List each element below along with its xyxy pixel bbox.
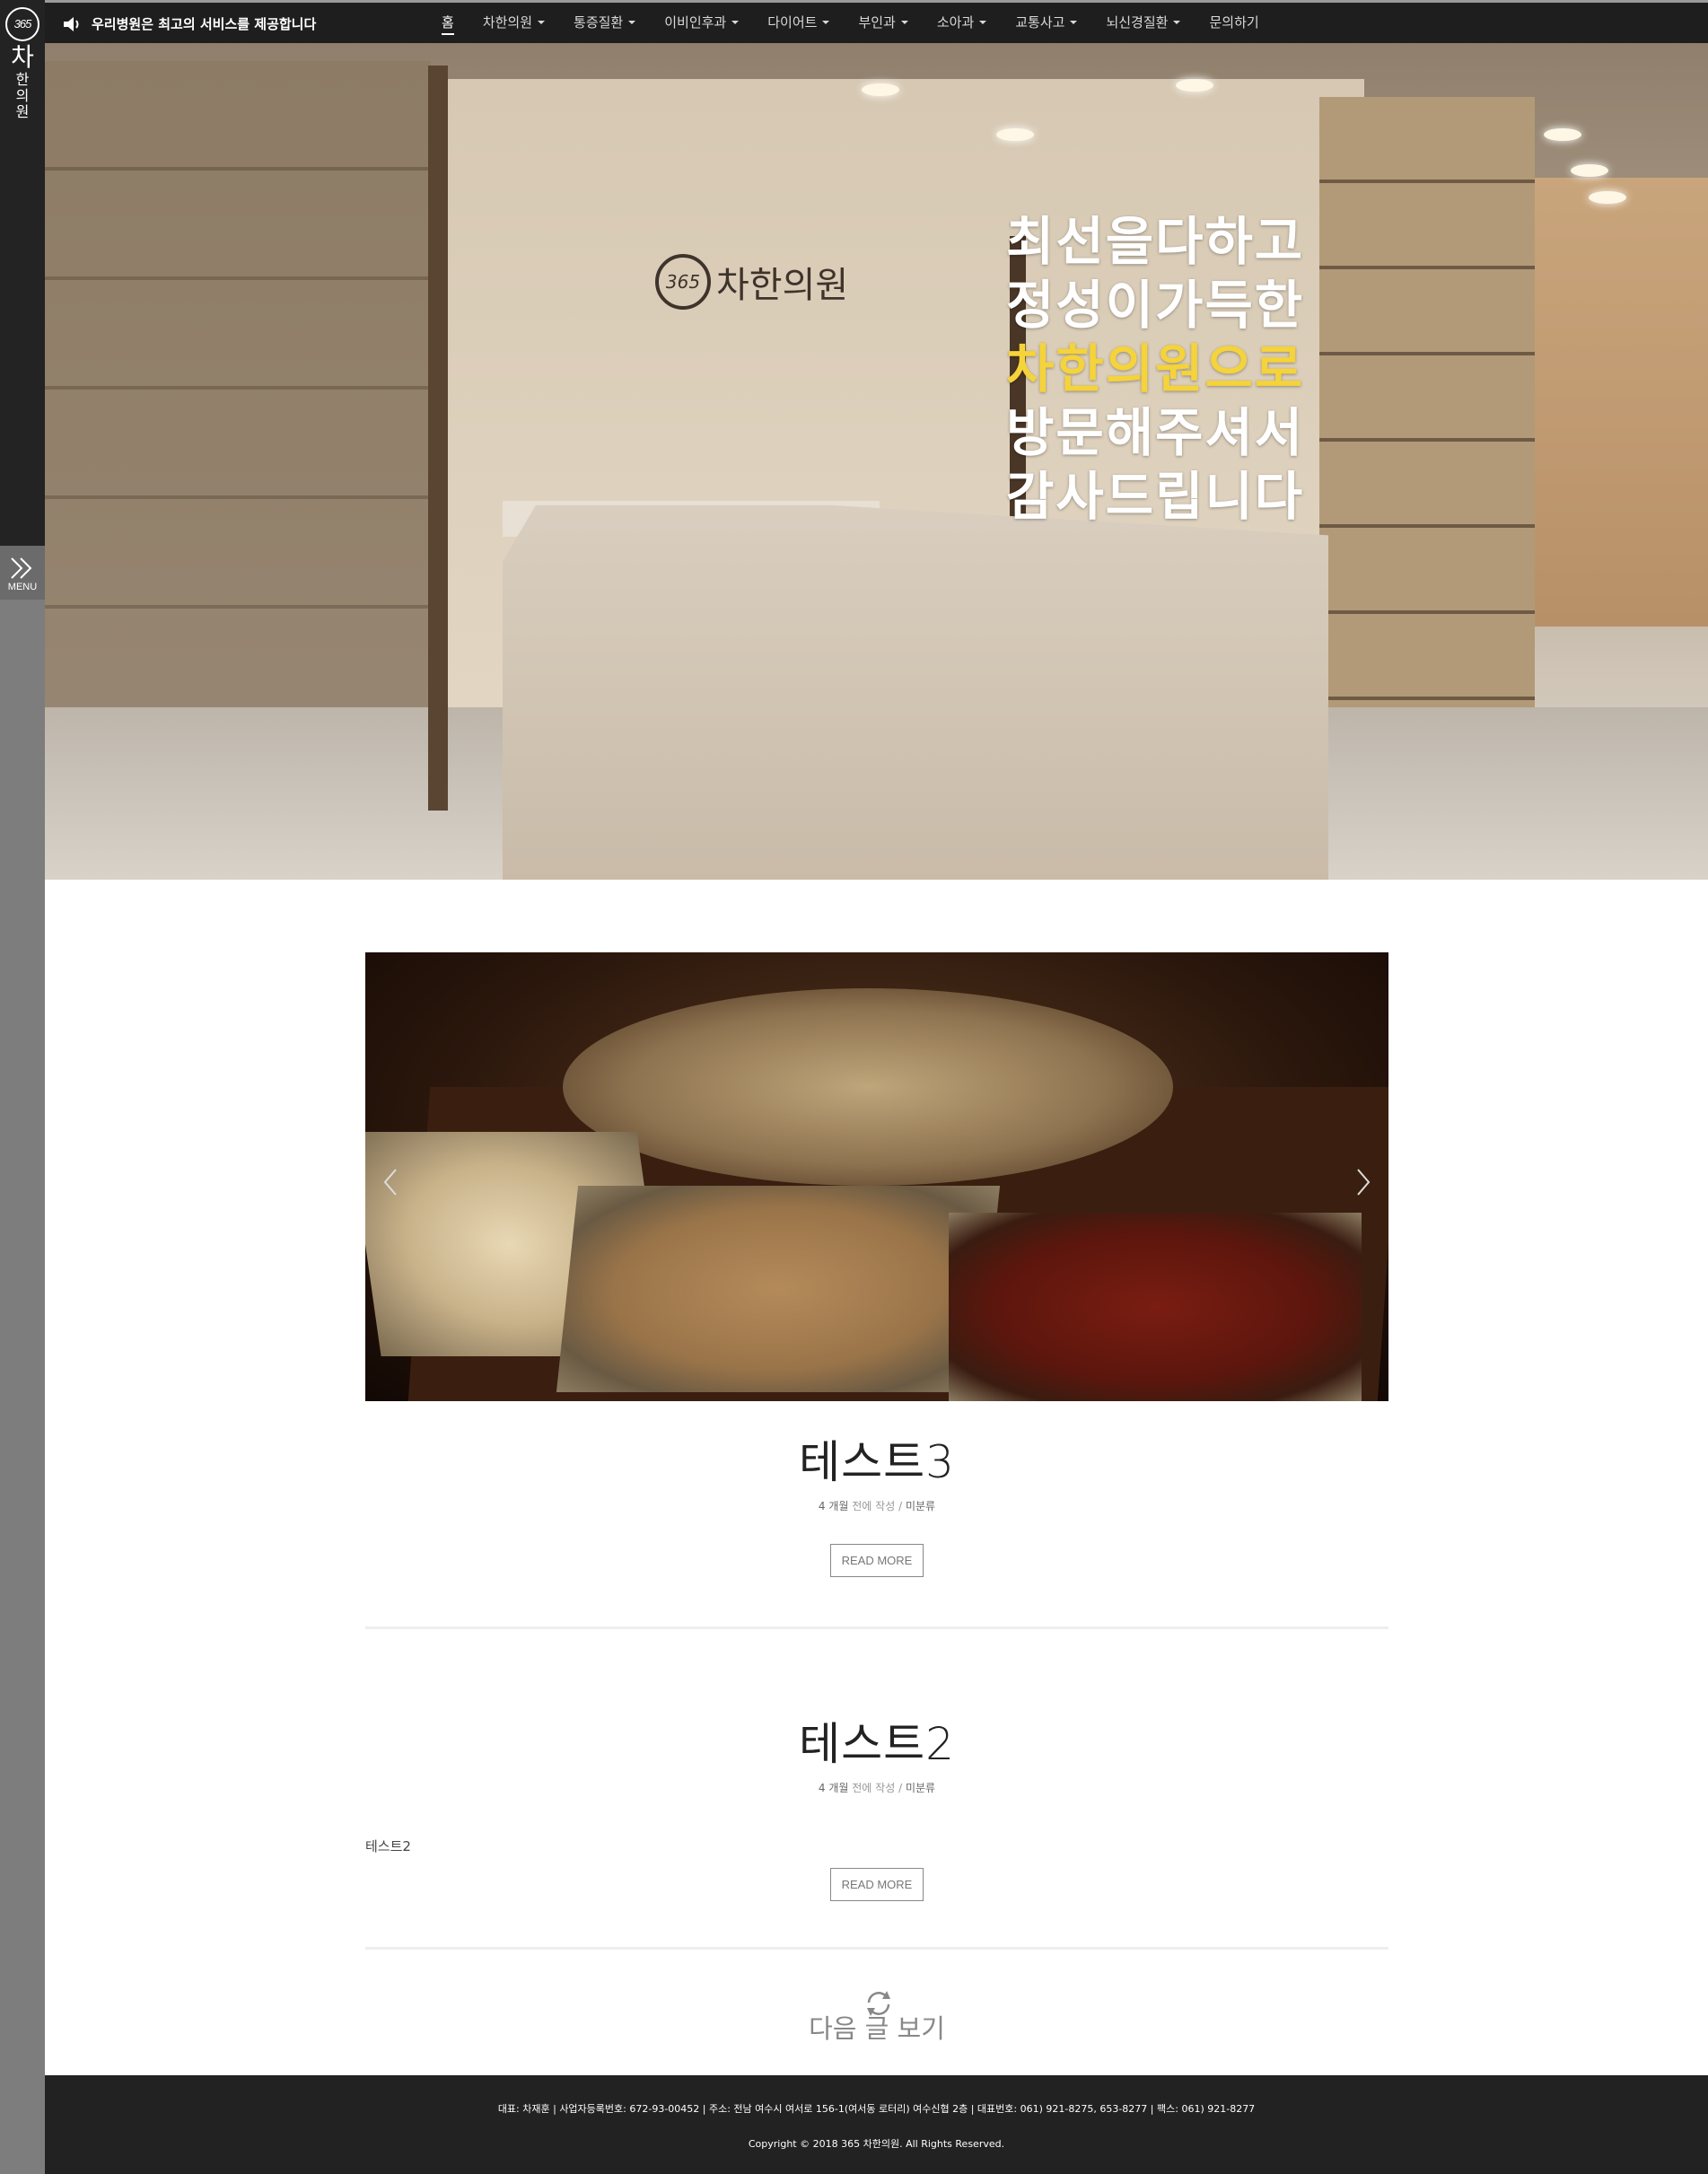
footer-business-info: 대표: 차재훈 | 사업자등록번호: 672-93-00452 | 주소: 전남… bbox=[497, 2103, 1256, 2115]
post-title[interactable]: 테스트3 bbox=[365, 1426, 1388, 1491]
post-excerpt: 테스트2 bbox=[365, 1838, 411, 1854]
nav-item-diet[interactable]: 다이어트 bbox=[753, 3, 844, 43]
logo-char-4: 원 bbox=[15, 103, 30, 120]
sidebar-logo-panel: 365 차 한 의 원 bbox=[0, 0, 45, 546]
speaker-icon bbox=[64, 17, 79, 31]
post-meta-sep: / bbox=[898, 1500, 903, 1512]
post-meta: 4 개월 전에 작성 / 미분류 bbox=[365, 1498, 1388, 1513]
post-item: 테스트3 4 개월 전에 작성 / 미분류 READ MORE bbox=[365, 1426, 1388, 1577]
nav-item-label: 홈 bbox=[442, 14, 454, 35]
chevron-left-icon bbox=[383, 1169, 397, 1196]
post-list: 테스트3 4 개월 전에 작성 / 미분류 READ MORE 테스트2 4 개… bbox=[365, 952, 1388, 2044]
post-category[interactable]: 미분류 bbox=[906, 1782, 935, 1794]
nav-item-label: 교통사고 bbox=[1015, 14, 1065, 31]
sign-365-badge: 365 bbox=[655, 254, 711, 310]
nav-item-label: 소아과 bbox=[936, 14, 975, 31]
nav-item-label: 부인과 bbox=[858, 14, 896, 31]
ceiling-light bbox=[1571, 164, 1608, 177]
post-category[interactable]: 미분류 bbox=[906, 1500, 935, 1512]
nav-item-neurology[interactable]: 뇌신경질환 bbox=[1091, 3, 1195, 43]
post-meta: 4 개월 전에 작성 / 미분류 bbox=[365, 1780, 1388, 1795]
nav-item-clinic[interactable]: 차한의원 bbox=[469, 3, 559, 43]
nav-item-label: 뇌신경질환 bbox=[1106, 14, 1169, 31]
logo-char-2: 한 bbox=[15, 71, 30, 88]
site-logo[interactable]: 365 차 한 의 원 bbox=[4, 7, 41, 120]
nav-item-traffic-accident[interactable]: 교통사고 bbox=[1001, 3, 1091, 43]
slider-prev-button[interactable] bbox=[378, 1164, 405, 1200]
reception-counter bbox=[503, 505, 1328, 880]
post-age: 4 개월 bbox=[818, 1500, 849, 1512]
caret-down-icon bbox=[731, 21, 740, 24]
caret-down-icon bbox=[1173, 21, 1181, 24]
post-image-slider[interactable] bbox=[365, 952, 1388, 1401]
clinic-wall-sign: 365 차한의원 bbox=[655, 254, 848, 310]
post-age: 4 개월 bbox=[818, 1782, 849, 1794]
nav-item-pediatrics[interactable]: 소아과 bbox=[923, 3, 1001, 43]
nav-item-label: 다이어트 bbox=[767, 14, 818, 31]
top-navbar: 우리병원은 최고의 서비스를 제공합니다 홈 차한의원 통증질환 이비인후과 다… bbox=[45, 0, 1708, 43]
hero-line-1: 최선을다하고 bbox=[1006, 211, 1305, 272]
logo-char-3: 의 bbox=[15, 87, 30, 104]
hero-headline: 최선을다하고 정성이가득한 차한의원으로 방문해주셔서 감사드립니다 bbox=[1006, 210, 1304, 529]
menu-label: MENU bbox=[7, 582, 38, 592]
hero-banner: 365 차한의원 최선을다하고 정성이가득한 차한의원으로 방문해주셔서 감사드립… bbox=[45, 43, 1708, 880]
slider-next-button[interactable] bbox=[1349, 1164, 1376, 1200]
post-written: 전에 작성 bbox=[852, 1500, 896, 1512]
sign-text: 차한의원 bbox=[716, 265, 849, 306]
caret-down-icon bbox=[538, 21, 546, 24]
hero-corridor bbox=[1535, 178, 1708, 627]
nav-item-label: 이비인후과 bbox=[664, 14, 727, 31]
caret-down-icon bbox=[1070, 21, 1078, 24]
notice-text: 우리병원은 최고의 서비스를 제공합니다 bbox=[92, 16, 317, 32]
read-more-button[interactable]: READ MORE bbox=[829, 1544, 924, 1577]
hero-pillar bbox=[428, 66, 448, 811]
logo-char-1: 차 bbox=[11, 42, 34, 72]
notice: 우리병원은 최고의 서비스를 제공합니다 bbox=[63, 14, 316, 33]
hero-line-3-highlight: 차한의원으로 bbox=[1006, 338, 1305, 399]
hero-line-5: 감사드립니다 bbox=[1006, 466, 1305, 527]
menu-toggle-button[interactable]: MENU bbox=[0, 546, 45, 600]
refresh-icon bbox=[867, 1991, 890, 2016]
jujube-box bbox=[949, 1213, 1362, 1401]
left-sidebar: 365 차 한 의 원 MENU bbox=[0, 0, 45, 2174]
site-footer: 대표: 차재훈 | 사업자등록번호: 672-93-00452 | 주소: 전남… bbox=[45, 2075, 1708, 2174]
caret-down-icon bbox=[979, 21, 987, 24]
ceiling-light bbox=[1589, 191, 1626, 204]
caret-down-icon bbox=[628, 21, 636, 24]
post-written: 전에 작성 bbox=[852, 1782, 896, 1794]
read-more-button[interactable]: READ MORE bbox=[829, 1868, 924, 1901]
nav-item-contact[interactable]: 문의하기 bbox=[1195, 3, 1273, 43]
ceiling-light bbox=[996, 128, 1034, 141]
post-divider bbox=[365, 1947, 1388, 1950]
post-meta-sep: / bbox=[898, 1782, 903, 1794]
footer-copyright: Copyright © 2018 365 차한의원. All Rights Re… bbox=[748, 2138, 1005, 2150]
nav-item-gynecology[interactable]: 부인과 bbox=[844, 3, 922, 43]
seed-box bbox=[556, 1186, 1001, 1392]
ceiling-light bbox=[862, 83, 899, 96]
ceiling-light bbox=[1544, 128, 1581, 141]
logo-365-badge: 365 bbox=[5, 7, 39, 41]
post-divider bbox=[365, 1626, 1388, 1629]
nav-item-label: 문의하기 bbox=[1209, 14, 1259, 31]
nav-item-label: 차한의원 bbox=[482, 14, 533, 31]
post-item: 테스트2 4 개월 전에 작성 / 미분류 테스트2 READ MORE bbox=[365, 1708, 1388, 1901]
nav-item-pain[interactable]: 통증질환 bbox=[559, 3, 650, 43]
hero-line-2: 정성이가득한 bbox=[1006, 275, 1305, 336]
post-title[interactable]: 테스트2 bbox=[365, 1708, 1388, 1773]
hero-line-4: 방문해주셔서 bbox=[1006, 402, 1305, 463]
hero-left-wall bbox=[45, 61, 431, 734]
nav-item-home[interactable]: 홈 bbox=[427, 3, 469, 43]
nav-item-ent[interactable]: 이비인후과 bbox=[650, 3, 753, 43]
ceiling-light bbox=[1176, 79, 1213, 92]
main-nav: 홈 차한의원 통증질환 이비인후과 다이어트 부인과 소아과 교통사고 뇌신경질… bbox=[427, 3, 1274, 43]
nav-item-label: 통증질환 bbox=[574, 14, 624, 31]
load-more-button[interactable]: 다음 글 보기 bbox=[365, 1991, 1388, 2046]
hero-right-wall bbox=[1319, 97, 1535, 725]
chevron-right-icon bbox=[1357, 1169, 1371, 1196]
caret-down-icon bbox=[900, 21, 908, 24]
double-chevron-right-icon bbox=[11, 557, 32, 579]
herb-bowl bbox=[563, 988, 1173, 1186]
caret-down-icon bbox=[822, 21, 830, 24]
